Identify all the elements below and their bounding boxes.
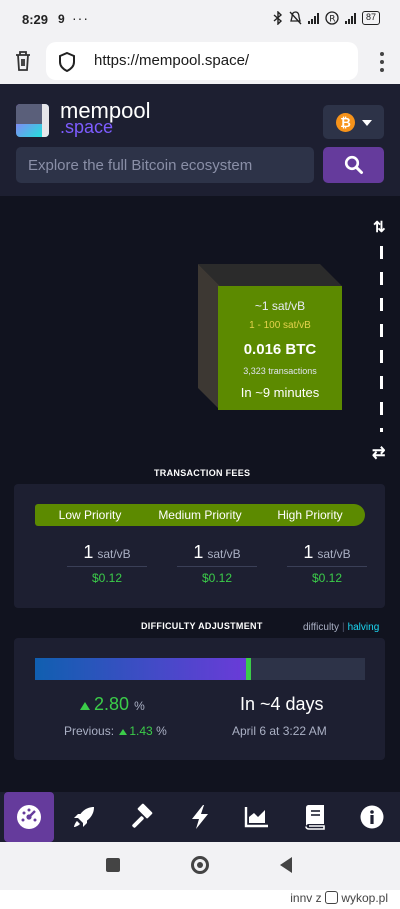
lightning-icon [192,805,208,829]
home-icon[interactable] [191,856,209,874]
book-icon [305,805,325,830]
svg-text:R: R [329,14,335,24]
block-median-fee: ~1 sat/vB [254,299,306,313]
browser-toolbar: https://mempool.space/ [0,40,400,84]
hammer-icon [132,803,153,828]
difficulty-progress-fill [35,658,246,680]
status-time: 8:29 [22,12,49,27]
search-icon [344,155,363,174]
signal-4g-icon [307,12,319,24]
status-bar: 8:29 9 ··· R 87 [0,0,400,40]
watermark-user: innv [290,891,313,905]
mempool-logo-icon[interactable] [16,104,49,137]
watermark-site: wykop.pl [341,891,388,905]
difficulty-change-value: 2.80 [94,694,130,714]
difficulty-eta: In ~4 days [240,694,324,714]
nav-mining[interactable] [59,792,109,842]
search-input[interactable] [16,147,314,183]
status-icons: R 87 [273,11,380,25]
nav-docs[interactable] [290,792,340,842]
signal-icon [344,12,356,24]
low-fee-unit: sat/vB [97,547,131,561]
difficulty-card: 2.80 % Previous: 1.43 % In ~4 days April… [14,638,385,760]
arrow-up-small-icon [119,729,128,735]
swap-horizontal-icon[interactable]: ⇄ [372,443,385,463]
recents-icon[interactable] [106,858,120,872]
nav-dashboard[interactable] [4,792,54,842]
app-header: mempool .space ₿ [0,84,400,196]
swap-vertical-icon[interactable]: ⇅ [373,218,386,236]
previous-change: Previous: 1.43 % [64,724,167,738]
bottom-nav [0,792,400,842]
network-badge: 9 [58,12,65,26]
block-fee-range: 1 - 100 sat/vB [249,320,311,331]
android-navigation-bar [0,842,400,890]
rocket-icon [74,807,94,827]
arrow-up-icon [80,702,90,710]
difficulty-progress-bar [35,658,365,680]
previous-unit: % [156,724,167,738]
watermark: innv z wykop.pl [290,891,388,905]
chevron-down-icon [362,120,372,126]
previous-value: 1.43 [129,724,153,738]
mempool-divider [380,246,383,432]
info-icon [360,805,384,829]
medium-priority-label: Medium Priority [158,508,242,522]
medium-fee-unit: sat/vB [207,547,241,561]
network-selector-button[interactable]: ₿ [323,105,384,139]
chart-icon [244,807,268,828]
bluetooth-icon [273,11,283,25]
nav-about[interactable] [347,792,397,842]
low-fee-rate: 1 [83,542,94,562]
low-priority-label: Low Priority [58,508,122,522]
difficulty-halving-toggle: difficulty | halving [303,622,380,633]
difficulty-progress-marker [246,658,251,680]
r-circle-icon: R [325,11,339,25]
back-icon[interactable] [280,857,294,873]
block-tx-count: 3,323 transactions [243,366,317,376]
dashboard-icon [17,805,41,829]
fee-priority-bar: Low Priority Medium Priority High Priori… [35,504,365,526]
bitcoin-icon: ₿ [336,113,355,132]
high-fee-rate: 1 [303,542,314,562]
difficulty-link[interactable]: difficulty [303,622,339,633]
watermark-strip: innv z wykop.pl [0,890,400,909]
nav-blocks[interactable] [117,792,167,842]
nav-graphs[interactable] [232,792,282,842]
medium-fee-usd: $0.12 [201,571,233,585]
difficulty-change-unit: % [134,699,145,713]
block-total: 0.016 BTC [243,341,317,358]
fees-title: TRANSACTION FEES [154,468,251,478]
wykop-logo-icon [324,891,338,904]
low-fee: 1 sat/vB $0.12 [67,542,147,585]
previous-label: Previous: [64,724,115,738]
logo-subtext[interactable]: .space [60,117,113,138]
medium-fee-rate: 1 [193,542,204,562]
high-fee: 1 sat/vB $0.12 [287,542,367,585]
nav-lightning[interactable] [175,792,225,842]
address-bar[interactable]: https://mempool.space/ [46,42,358,80]
bell-muted-icon [289,11,302,25]
difficulty-title: DIFFICULTY ADJUSTMENT [141,621,263,631]
difficulty-change: 2.80 % [80,694,145,715]
watermark-separator: z [315,891,322,905]
medium-fee: 1 sat/vB $0.12 [177,542,257,585]
difficulty-eta-date: April 6 at 3:22 AM [232,724,327,738]
dashboard: ~1 sat/vB 1 - 100 sat/vB 0.016 BTC 3,323… [0,196,400,792]
high-fee-unit: sat/vB [317,547,351,561]
halving-link[interactable]: halving [348,622,380,633]
trash-icon[interactable] [13,50,33,72]
battery-icon: 87 [361,11,380,25]
shield-icon[interactable] [58,52,76,72]
block-eta: In ~9 minutes [240,385,320,400]
high-fee-usd: $0.12 [311,571,343,585]
low-fee-usd: $0.12 [91,571,123,585]
mempool-block[interactable]: ~1 sat/vB 1 - 100 sat/vB 0.016 BTC 3,323… [218,286,342,410]
search-button[interactable] [323,147,384,183]
fees-card: Low Priority Medium Priority High Priori… [14,484,385,608]
more-notifications-icon: ··· [72,10,89,26]
menu-kebab-icon[interactable] [375,50,389,74]
url-text[interactable]: https://mempool.space/ [94,52,249,69]
high-priority-label: High Priority [277,508,343,522]
